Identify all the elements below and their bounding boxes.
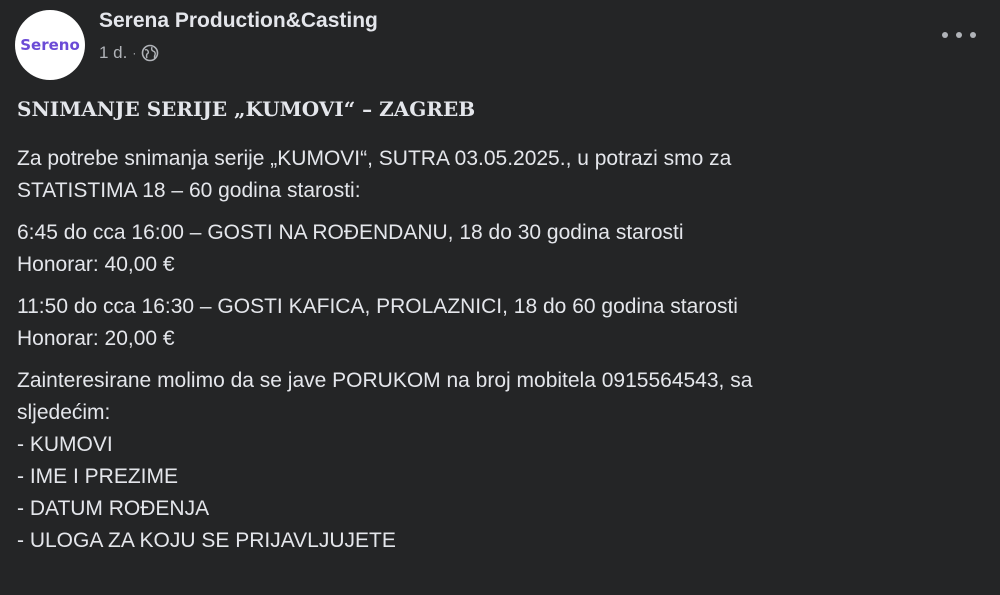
post-paragraph: Za potrebe snimanja serije „KUMOVI“, SUT…	[17, 143, 980, 207]
post-meta: Serena Production&Casting 1 d. ·	[99, 9, 378, 63]
post-paragraph: 6:45 do cca 16:00 – GOSTI NA ROĐENDANU, …	[17, 217, 980, 281]
post-text-line: Honorar: 40,00 €	[17, 253, 175, 276]
post-header: Sereno Serena Production&Casting 1 d. ·	[15, 9, 378, 80]
separator-dot: ·	[132, 45, 137, 60]
post-paragraph: Zainteresirane molimo da se jave PORUKOM…	[17, 365, 980, 557]
post-list-item: - ULOGA ZA KOJU SE PRIJAVLJUJETE	[17, 529, 396, 552]
more-options-icon[interactable]	[942, 25, 976, 45]
avatar-logo-text: Sereno	[20, 36, 80, 54]
globe-icon[interactable]	[141, 44, 159, 62]
post-body: SNIMANJE SERIJE „KUMOVI“ – ZAGREB Za pot…	[17, 95, 980, 567]
post-list-item: - IME I PREZIME	[17, 465, 179, 488]
post-text-line: sljedećim:	[17, 401, 111, 424]
post-text-line: Za potrebe snimanja serije „KUMOVI“, SUT…	[17, 147, 732, 170]
facebook-post: Sereno Serena Production&Casting 1 d. ·	[0, 0, 1000, 595]
post-text-line: Zainteresirane molimo da se jave PORUKOM…	[17, 369, 753, 392]
post-time-row: 1 d. ·	[99, 43, 378, 63]
more-dot	[956, 32, 962, 38]
post-timestamp[interactable]: 1 d.	[99, 43, 127, 63]
post-text-line: 6:45 do cca 16:00 – GOSTI NA ROĐENDANU, …	[17, 221, 684, 244]
page-name-link[interactable]: Serena Production&Casting	[99, 8, 378, 34]
post-list-item: - KUMOVI	[17, 433, 113, 456]
page-avatar[interactable]: Sereno	[15, 10, 85, 80]
post-text-line: 11:50 do cca 16:30 – GOSTI KAFICA, PROLA…	[17, 295, 738, 318]
post-text-line: Honorar: 20,00 €	[17, 327, 175, 350]
post-paragraph: 11:50 do cca 16:30 – GOSTI KAFICA, PROLA…	[17, 291, 980, 355]
post-text-line: STATISTIMA 18 – 60 godina starosti:	[17, 179, 361, 202]
post-title: SNIMANJE SERIJE „KUMOVI“ – ZAGREB	[17, 97, 476, 121]
more-dot	[970, 32, 976, 38]
more-dot	[942, 32, 948, 38]
post-list-item: - DATUM ROĐENJA	[17, 497, 210, 520]
